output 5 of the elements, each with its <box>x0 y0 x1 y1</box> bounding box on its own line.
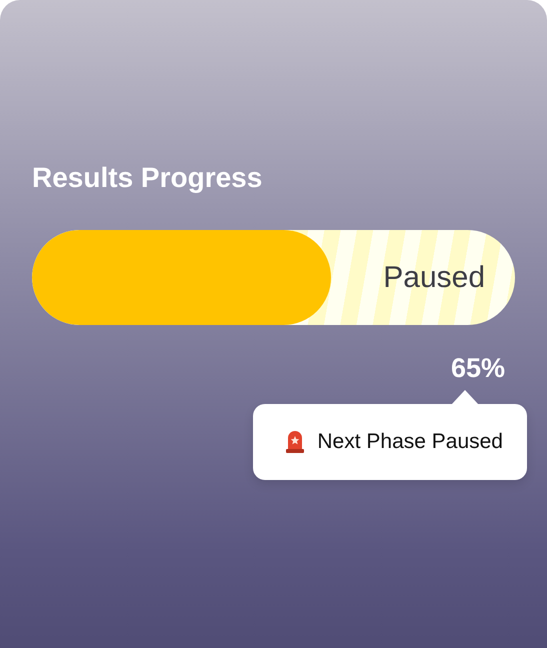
siren-icon <box>285 430 306 454</box>
tooltip-text: Next Phase Paused <box>317 430 503 454</box>
status-label: Paused <box>383 260 486 294</box>
card-title: Results Progress <box>32 161 264 195</box>
percent-label: 65% <box>450 353 505 384</box>
